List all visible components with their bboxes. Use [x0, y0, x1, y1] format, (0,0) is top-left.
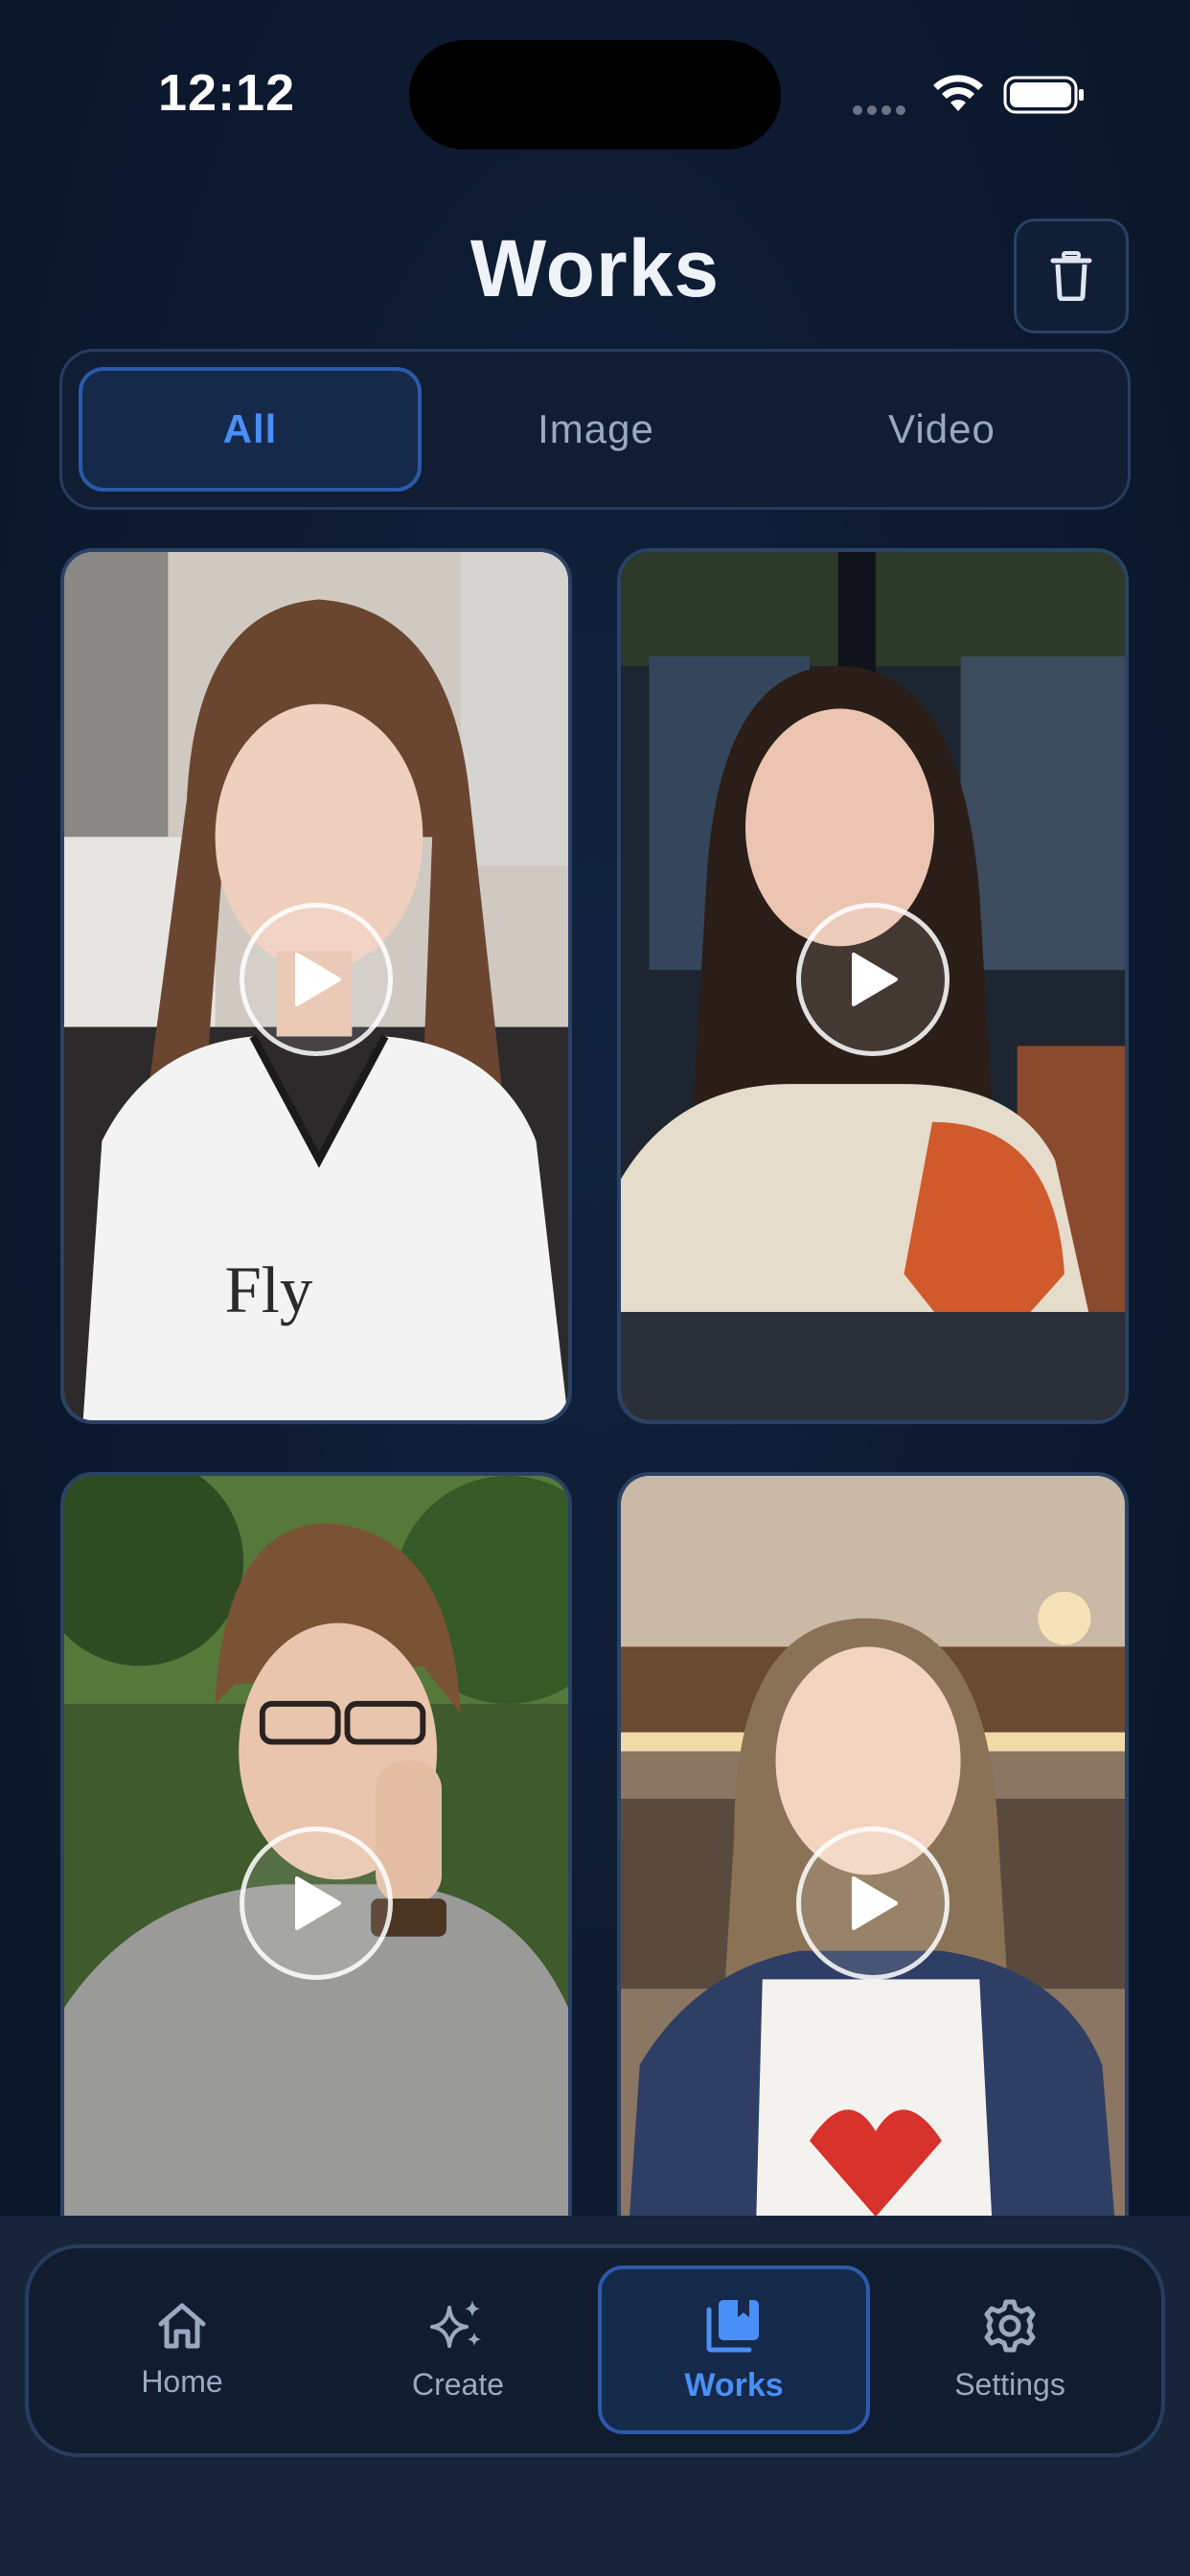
nav-works-label: Works — [684, 2366, 784, 2404]
nav-create[interactable]: Create — [322, 2266, 594, 2434]
trash-icon — [1050, 251, 1092, 301]
nav-settings[interactable]: Settings — [874, 2266, 1146, 2434]
nav-home[interactable]: Home — [46, 2266, 318, 2434]
cellular-signal-icon — [853, 103, 910, 120]
tab-image[interactable]: Image — [424, 367, 767, 492]
work-card[interactable] — [617, 548, 1129, 1424]
nav-home-label: Home — [141, 2363, 223, 2399]
play-button[interactable] — [240, 1827, 393, 1980]
nav-works[interactable]: Works — [598, 2266, 870, 2434]
play-icon — [295, 953, 341, 1006]
svg-text:Fly: Fly — [224, 1253, 312, 1326]
status-time: 12:12 — [158, 64, 296, 122]
play-button[interactable] — [240, 903, 393, 1056]
sparkle-icon — [430, 2299, 481, 2348]
delete-button[interactable] — [1014, 218, 1129, 334]
nav-create-label: Create — [411, 2366, 505, 2402]
nav-settings-label: Settings — [954, 2366, 1065, 2402]
page-title: Works — [469, 223, 721, 313]
play-button[interactable] — [796, 1827, 950, 1980]
filter-tabs: All Image Video — [59, 349, 1131, 510]
library-icon — [706, 2299, 759, 2352]
play-button[interactable] — [796, 903, 950, 1056]
bottom-nav: Home Create Works Settings — [25, 2244, 1165, 2457]
battery-icon — [1003, 76, 1084, 114]
tab-all[interactable]: All — [79, 367, 422, 492]
dynamic-island — [409, 40, 781, 150]
play-icon — [852, 1876, 898, 1930]
home-icon — [158, 2303, 206, 2348]
work-card[interactable]: Fly — [60, 548, 572, 1424]
wifi-icon — [933, 75, 983, 111]
play-icon — [852, 953, 898, 1006]
tab-video[interactable]: Video — [770, 367, 1113, 492]
gear-icon — [984, 2299, 1036, 2352]
play-icon — [295, 1876, 341, 1930]
